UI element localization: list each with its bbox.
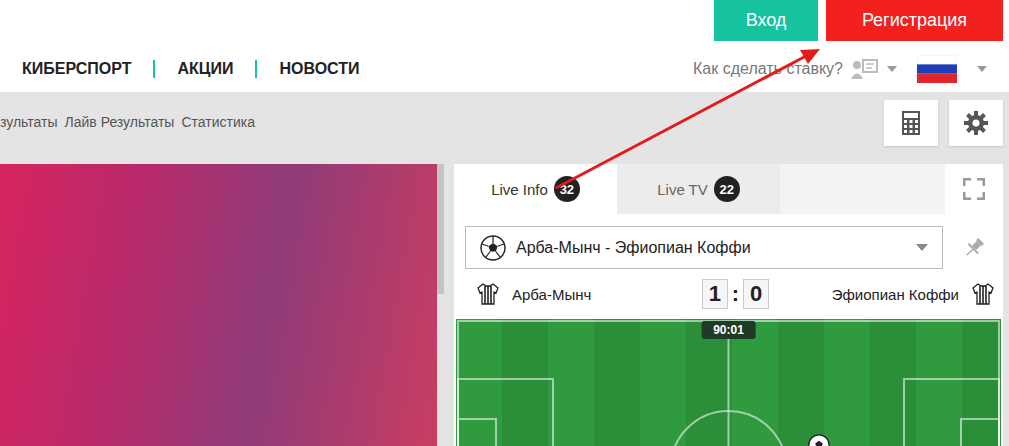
sub-nav-item[interactable]: Лайв Результаты bbox=[65, 114, 175, 130]
count-badge: 22 bbox=[714, 176, 740, 202]
sub-nav-item[interactable]: Статистика bbox=[181, 114, 255, 130]
pin-icon[interactable] bbox=[963, 237, 985, 259]
sub-nav: зультаты Лайв Результаты Статистика bbox=[0, 92, 1009, 154]
annotation-arrow bbox=[0, 0, 1009, 446]
away-team: Эфиопиан Коффи bbox=[832, 286, 959, 303]
match-select[interactable]: Арба-Мынч - Эфиопиан Коффи bbox=[465, 226, 943, 269]
pitch: 90:01 bbox=[456, 319, 1001, 446]
calculator-button[interactable] bbox=[884, 100, 938, 146]
tab[interactable]: Live TV22 bbox=[617, 164, 780, 214]
nav-item[interactable]: КИБЕРСПОРТ bbox=[22, 60, 153, 78]
score-row: Арба-Мынч 1:0 Эфиопиан Коффи bbox=[454, 269, 1003, 319]
content: Live Info32Live TV22 Арба-Мынч - Эфиопиан… bbox=[0, 154, 1009, 446]
tab[interactable]: Live Info32 bbox=[454, 164, 617, 214]
login-button[interactable]: Вход bbox=[714, 0, 818, 41]
home-team: Арба-Мынч bbox=[512, 286, 591, 303]
help-link[interactable]: Как сделать ставку? bbox=[693, 60, 843, 78]
dropdown-icon bbox=[916, 244, 928, 251]
russia-flag-icon[interactable] bbox=[917, 55, 957, 83]
main-nav: КИБЕРСПОРТАКЦИИНОВОСТИ Как сделать ставку… bbox=[0, 46, 1009, 92]
match-time: 90:01 bbox=[701, 321, 756, 339]
shirt-icon bbox=[476, 282, 500, 306]
nav-item[interactable]: АКЦИИ bbox=[153, 60, 255, 78]
shirt-icon bbox=[971, 282, 995, 306]
tab-bar: Live Info32Live TV22 bbox=[454, 164, 1003, 214]
football-icon bbox=[480, 235, 506, 261]
help-icon[interactable] bbox=[851, 58, 879, 80]
live-widget: Live Info32Live TV22 Арба-Мынч - Эфиопиан… bbox=[454, 164, 1003, 446]
register-button[interactable]: Регистрация bbox=[826, 0, 1003, 41]
promo-banner[interactable] bbox=[0, 164, 437, 446]
settings-button[interactable] bbox=[949, 100, 1003, 146]
score: 1:0 bbox=[702, 279, 769, 309]
count-badge: 32 bbox=[554, 176, 580, 202]
nav-item[interactable]: НОВОСТИ bbox=[255, 60, 371, 78]
ball-icon bbox=[808, 434, 830, 446]
caret-icon[interactable] bbox=[887, 66, 897, 72]
calculator-icon bbox=[901, 110, 921, 136]
sub-nav-item[interactable]: зультаты bbox=[0, 114, 58, 130]
caret-icon[interactable] bbox=[977, 66, 987, 72]
scrollbar[interactable] bbox=[437, 164, 444, 294]
expand-icon bbox=[963, 178, 985, 200]
page: ВходРегистрация КИБЕРСПОРТАКЦИИНОВОСТИ Как… bbox=[0, 0, 1009, 446]
top-bar: ВходРегистрация bbox=[0, 0, 1009, 46]
fullscreen-button[interactable] bbox=[945, 164, 1003, 214]
gear-icon bbox=[964, 111, 988, 135]
